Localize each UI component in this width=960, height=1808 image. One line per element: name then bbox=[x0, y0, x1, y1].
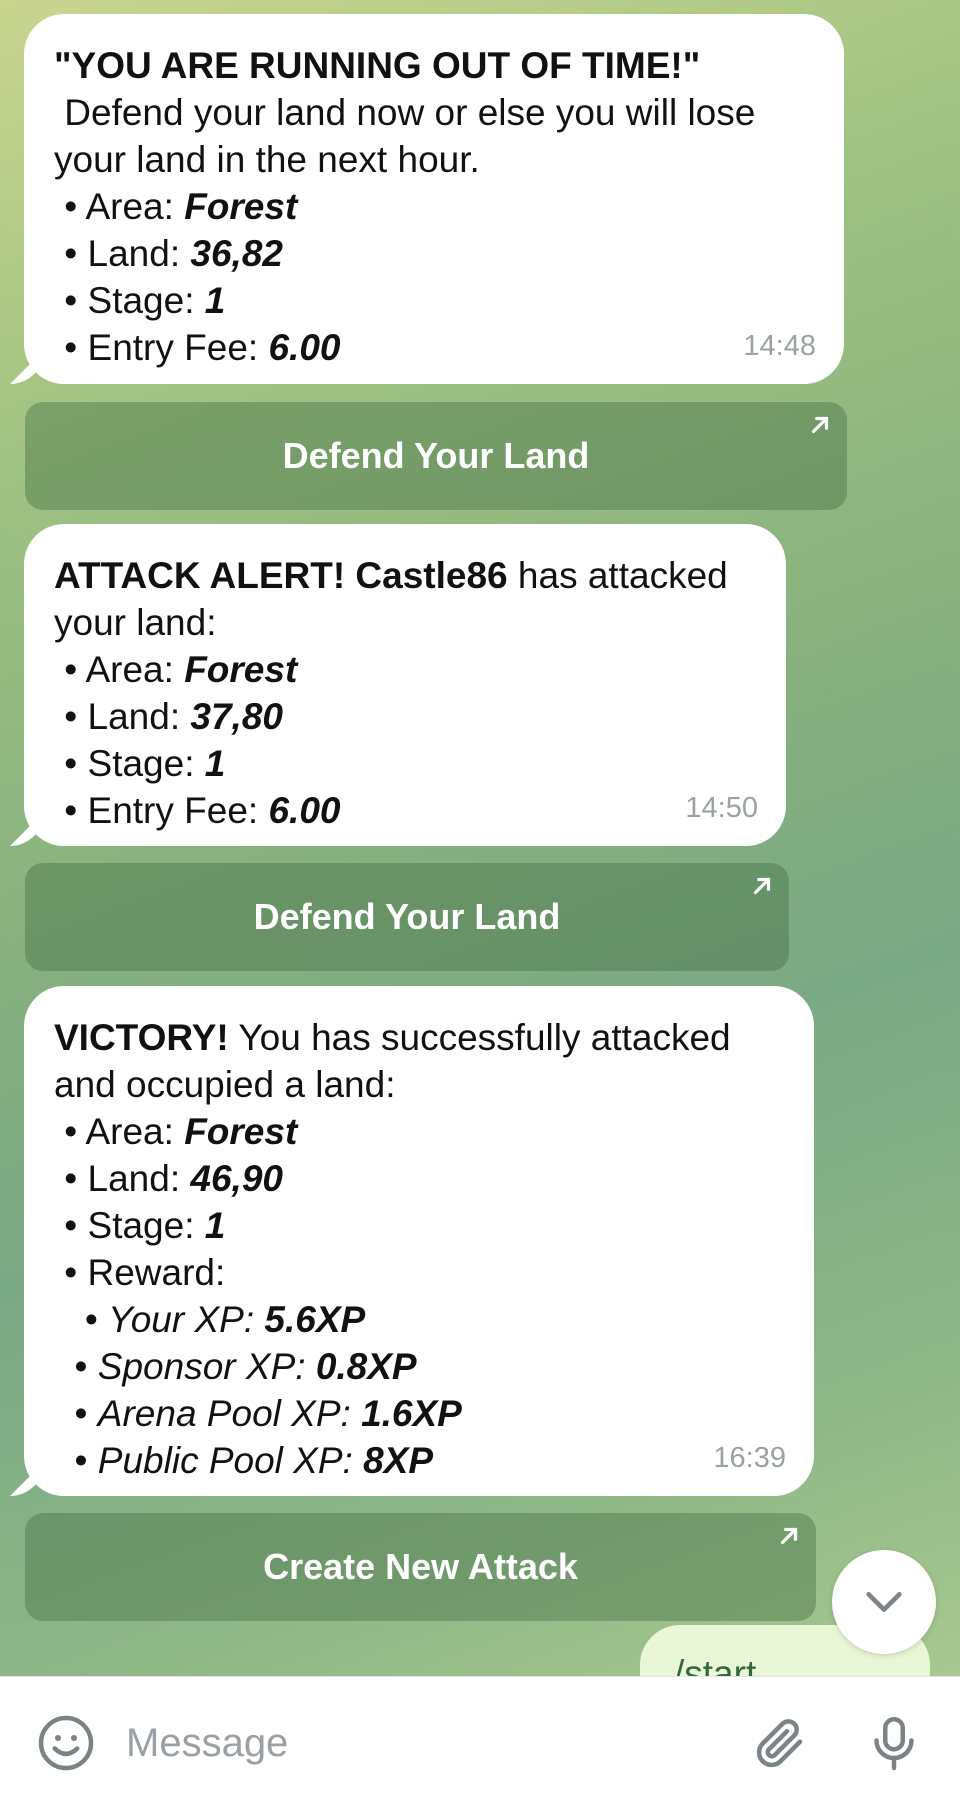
message-line: VICTORY! You has successfully attacked bbox=[54, 1014, 780, 1061]
message-bubble: ATTACK ALERT! Castle86 has attacked your … bbox=[10, 524, 786, 846]
message-line: • Entry Fee: 6.00 bbox=[54, 324, 810, 371]
text-segment: • Stage: bbox=[54, 743, 205, 784]
chevron-down-icon bbox=[866, 1592, 902, 1612]
text-segment: 46,90 bbox=[190, 1158, 283, 1199]
chat-area[interactable]: "YOU ARE RUNNING OUT OF TIME!" Defend yo… bbox=[0, 0, 960, 1676]
text-segment: • Land: bbox=[54, 233, 191, 274]
message-line: your land in the next hour. bbox=[54, 136, 810, 183]
text-segment: 8XP bbox=[363, 1440, 434, 1481]
message-line: • Stage: 1 bbox=[54, 1202, 780, 1249]
emoji-icon[interactable] bbox=[36, 1713, 96, 1773]
message-input[interactable]: Message bbox=[126, 1721, 288, 1766]
text-segment: Public Pool XP: bbox=[97, 1440, 364, 1481]
text-segment: 1 bbox=[204, 743, 226, 784]
message-line: and occupied a land: bbox=[54, 1061, 780, 1108]
text-segment: Forest bbox=[184, 1111, 298, 1152]
text-segment: VICTORY! bbox=[54, 1017, 229, 1058]
text-segment: Forest bbox=[184, 186, 298, 227]
bubble-tail bbox=[10, 350, 44, 384]
text-segment: 1.6XP bbox=[361, 1393, 462, 1434]
text-segment: Sponsor XP: bbox=[97, 1346, 316, 1387]
message-line: • Land: 37,80 bbox=[54, 693, 752, 740]
text-segment: • Entry Fee: bbox=[54, 790, 269, 831]
message-text: /start bbox=[674, 1653, 757, 1676]
message-time: 14:48 bbox=[743, 330, 816, 362]
text-segment: • Stage: bbox=[54, 1205, 205, 1246]
text-segment: 36,82 bbox=[190, 233, 283, 274]
text-segment: Arena Pool XP: bbox=[97, 1393, 362, 1434]
text-segment: 1 bbox=[204, 1205, 226, 1246]
text-segment: 1 bbox=[204, 280, 226, 321]
text-segment: • bbox=[54, 1346, 98, 1387]
message-line: • Land: 36,82 bbox=[54, 230, 810, 277]
text-segment: ATTACK ALERT! Castle86 bbox=[54, 555, 508, 596]
text-segment: and occupied a land: bbox=[54, 1064, 396, 1105]
microphone-icon[interactable] bbox=[864, 1713, 924, 1773]
text-segment: 5.6XP bbox=[264, 1299, 366, 1340]
bubble-tail bbox=[10, 812, 44, 846]
text-segment: has attacked bbox=[507, 555, 728, 596]
message-bubble: "YOU ARE RUNNING OUT OF TIME!" Defend yo… bbox=[10, 14, 844, 384]
text-segment: 37,80 bbox=[190, 696, 283, 737]
text-segment: • Area: bbox=[54, 186, 185, 227]
message-line: "YOU ARE RUNNING OUT OF TIME!" bbox=[54, 42, 810, 89]
text-segment: • Land: bbox=[54, 1158, 191, 1199]
message-line: • Stage: 1 bbox=[54, 277, 810, 324]
message-line: • Area: Forest bbox=[54, 183, 810, 230]
message-text: VICTORY! You has successfully attacked an… bbox=[54, 1014, 780, 1484]
message-line: • Sponsor XP: 0.8XP bbox=[54, 1343, 780, 1390]
message-line: ATTACK ALERT! Castle86 has attacked bbox=[54, 552, 752, 599]
text-segment: Defend your land now or else you will lo… bbox=[54, 92, 756, 133]
text-segment: You has successfully attacked bbox=[228, 1017, 731, 1058]
text-segment: • Reward: bbox=[54, 1252, 226, 1293]
text-segment: 6.00 bbox=[268, 790, 341, 831]
text-segment: 6.00 bbox=[268, 327, 341, 368]
button-label: Defend Your Land bbox=[253, 896, 561, 937]
message-line: • Area: Forest bbox=[54, 1108, 780, 1155]
message-line: • Arena Pool XP: 1.6XP bbox=[54, 1390, 780, 1437]
text-segment: your land in the next hour. bbox=[54, 139, 480, 180]
text-segment: • bbox=[54, 1393, 98, 1434]
text-segment: Forest bbox=[184, 649, 298, 690]
scroll-to-bottom-button[interactable] bbox=[832, 1550, 936, 1654]
open-link-icon bbox=[780, 1527, 798, 1545]
text-segment: • bbox=[54, 1440, 98, 1481]
button-label: Defend Your Land bbox=[282, 435, 590, 476]
create-new-attack-button[interactable]: Create New Attack bbox=[25, 1513, 816, 1621]
message-line: • Public Pool XP: 8XP bbox=[54, 1437, 780, 1484]
message-line: • Reward: bbox=[54, 1249, 780, 1296]
message-time: 14:50 bbox=[685, 792, 758, 824]
text-segment: Your XP: bbox=[108, 1299, 265, 1340]
text-segment: • Land: bbox=[54, 696, 191, 737]
open-link-icon bbox=[753, 877, 771, 895]
defend-your-land-button[interactable]: Defend Your Land bbox=[25, 402, 847, 510]
message-line: • Land: 46,90 bbox=[54, 1155, 780, 1202]
text-segment: • Stage: bbox=[54, 280, 205, 321]
open-link-icon bbox=[811, 416, 829, 434]
text-segment: • Entry Fee: bbox=[54, 327, 269, 368]
message-line: Defend your land now or else you will lo… bbox=[54, 89, 810, 136]
message-composer: Message bbox=[0, 1676, 960, 1808]
text-segment: • bbox=[54, 1299, 109, 1340]
message-time: 16:39 bbox=[713, 1442, 786, 1474]
button-label: Create New Attack bbox=[263, 1546, 578, 1587]
message-line: • Area: Forest bbox=[54, 646, 752, 693]
message-text: "YOU ARE RUNNING OUT OF TIME!" Defend yo… bbox=[54, 42, 810, 371]
bubble-tail bbox=[10, 1462, 44, 1496]
message-line: • Your XP: 5.6XP bbox=[54, 1296, 780, 1343]
message-line: • Stage: 1 bbox=[54, 740, 752, 787]
defend-your-land-button[interactable]: Defend Your Land bbox=[25, 863, 789, 971]
text-segment: • Area: bbox=[54, 1111, 185, 1152]
message-text: ATTACK ALERT! Castle86 has attacked your … bbox=[54, 552, 752, 834]
message-line: • Entry Fee: 6.00 bbox=[54, 787, 752, 834]
text-segment: • Area: bbox=[54, 649, 185, 690]
text-segment: your land: bbox=[54, 602, 217, 643]
text-segment: 0.8XP bbox=[315, 1346, 417, 1387]
message-bubble: VICTORY! You has successfully attacked an… bbox=[10, 986, 814, 1496]
text-segment: "YOU ARE RUNNING OUT OF TIME!" bbox=[54, 45, 701, 86]
message-line: your land: bbox=[54, 599, 752, 646]
paperclip-icon[interactable] bbox=[750, 1713, 810, 1773]
